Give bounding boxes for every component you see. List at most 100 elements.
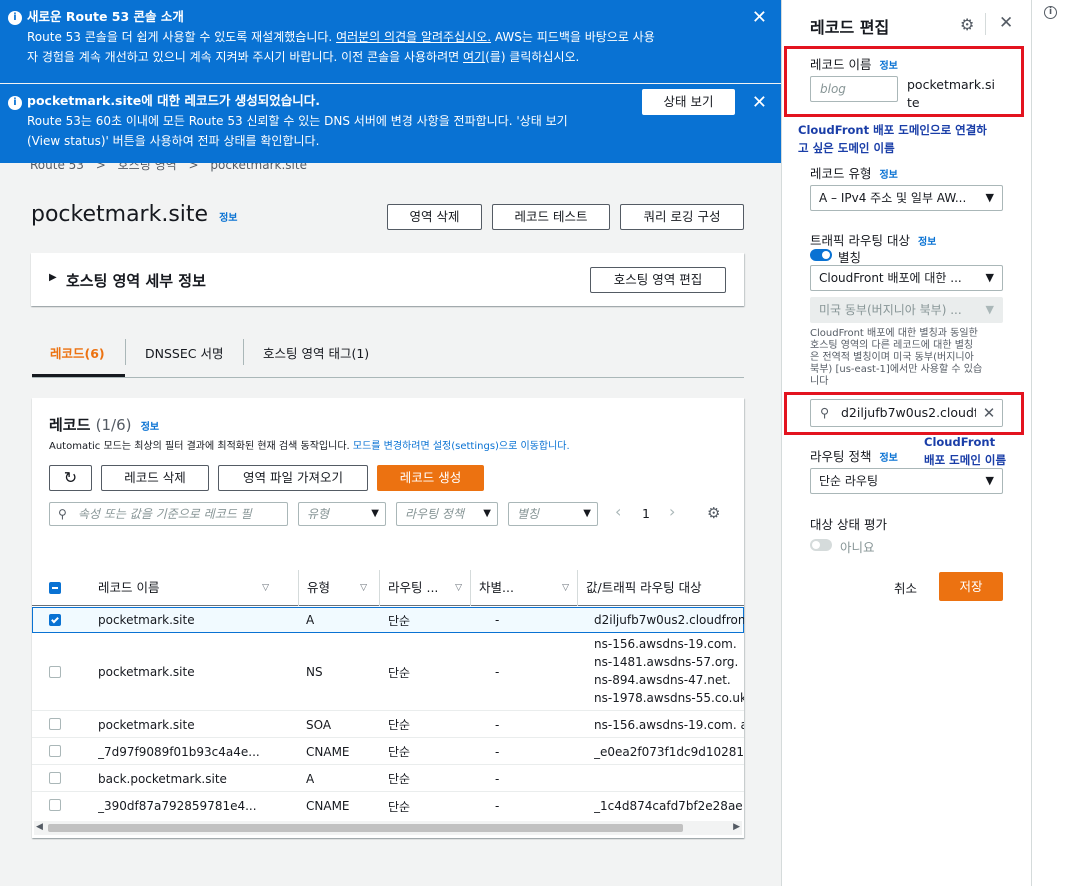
old-console-link[interactable]: 여기 [463, 50, 485, 64]
import-zone-file-button[interactable]: 영역 파일 가져오기 [218, 465, 368, 491]
row-checkbox[interactable] [49, 718, 61, 730]
flash-text: Route 53 콘솔을 더 쉽게 사용할 수 있도록 재설계했습니다. [27, 30, 337, 44]
save-button[interactable]: 저장 [939, 572, 1003, 601]
table-row[interactable]: _7d97f9089f01b93c4a4e... CNAME 단순 - _e0e… [32, 739, 744, 765]
health-label: 대상 상태 평가 [810, 517, 887, 532]
annotation-distribution: CloudFront 배포 도메인 이름 [924, 433, 1006, 469]
record-type-select[interactable]: A – IPv4 주소 및 일부 AW... ▼ [810, 185, 1003, 211]
row-checkbox[interactable] [49, 772, 61, 784]
help-text: 호스팅 영역의 다른 레코드에 대한 별칭 [810, 340, 974, 351]
routing-policy-select[interactable]: 단순 라우팅 ▼ [810, 468, 1003, 494]
description-text: Automatic 모드는 최상의 필터 결과에 최적화된 현재 검색 동작입니… [49, 441, 350, 452]
query-logging-button[interactable]: 쿼리 로깅 구성 [620, 204, 744, 230]
delete-zone-button[interactable]: 영역 삭제 [387, 204, 482, 230]
cell-type: A [306, 613, 315, 627]
search-icon: ⚲ [58, 507, 67, 521]
gear-icon[interactable]: ⚙ [707, 504, 720, 522]
row-checkbox[interactable] [49, 745, 61, 757]
page-title: pocketmark.site [31, 202, 209, 227]
view-status-button[interactable]: 상태 보기 [642, 89, 735, 115]
zone-details-card: ▶ 호스팅 영역 세부 정보 호스팅 영역 편집 [31, 253, 744, 306]
filter-label: 별칭 [517, 507, 540, 521]
settings-link[interactable]: 모드를 변경하려면 설정(settings)으로 이동합니다. [353, 441, 570, 452]
table-row[interactable]: back.pocketmark.site A 단순 - [32, 766, 744, 792]
tab-records[interactable]: 레코드(6) [50, 343, 105, 362]
cell-name: pocketmark.site [98, 665, 195, 679]
tab-dnssec[interactable]: DNSSEC 서명 [145, 343, 223, 362]
select-value: A – IPv4 주소 및 일부 AW... [819, 191, 967, 205]
type-filter-select[interactable]: 유형 ▼ [298, 502, 386, 526]
select-all-checkbox[interactable] [49, 582, 61, 594]
delete-record-button[interactable]: 레코드 삭제 [101, 465, 209, 491]
gear-icon[interactable]: ⚙ [960, 15, 974, 34]
sort-icon: ▽ [262, 583, 269, 593]
column-header-label: 값/트래픽 라우팅 대상 [586, 580, 702, 595]
health-value: 아니요 [840, 540, 875, 555]
alias-toggle[interactable] [810, 249, 832, 261]
refresh-button[interactable]: ↻ [49, 465, 92, 491]
column-header-policy[interactable]: 라우팅 ... ▽ [379, 570, 470, 606]
info-link[interactable]: 정보 [141, 422, 159, 433]
info-icon: i [8, 96, 22, 110]
next-page-icon[interactable]: › [669, 502, 675, 521]
tab-divider [125, 339, 126, 365]
search-input[interactable]: ⚲ 속성 또는 값을 기준으로 레코드 필 [49, 502, 288, 526]
row-checkbox[interactable] [49, 666, 61, 678]
info-link[interactable]: 정보 [219, 213, 237, 224]
info-icon: i [8, 11, 22, 25]
create-record-button[interactable]: 레코드 생성 [377, 465, 484, 491]
table-row[interactable]: pocketmark.site SOA 단순 - ns-156.awsdns-1… [32, 712, 744, 738]
column-header-label: 레코드 이름 [98, 580, 160, 595]
tab-tags[interactable]: 호스팅 영역 태그(1) [263, 343, 369, 362]
column-header-type[interactable]: 유형 ▽ [298, 570, 379, 606]
prev-page-icon[interactable]: ‹ [615, 502, 621, 521]
flash-text: 자 경험을 계속 개선하고 있으니 계속 지켜봐 주시기 바랍니다. 이전 콘솔… [27, 50, 463, 64]
alias-target-select[interactable]: CloudFront 배포에 대한 ... ▼ [810, 265, 1003, 291]
alias-filter-select[interactable]: 별칭 ▼ [508, 502, 598, 526]
scrollbar-thumb[interactable] [48, 824, 683, 832]
column-header-diff[interactable]: 차별... ▽ [470, 570, 577, 606]
records-title: 레코드 [49, 416, 91, 434]
feedback-link[interactable]: 여러분의 의견을 알려주십시오. [336, 30, 491, 44]
records-table: 레코드 이름 ▽ 유형 ▽ 라우팅 ... ▽ 차별... ▽ 값/트래픽 라우팅 대상… [32, 570, 744, 814]
flash-text: Route 53는 60초 이내에 모든 Route 53 신뢰할 수 있는 D… [27, 114, 568, 128]
info-link[interactable]: 정보 [879, 453, 897, 464]
scroll-right-icon[interactable]: ▶ [733, 822, 740, 832]
ns-value: ns-894.awsdns-47.net. [594, 673, 731, 687]
table-row[interactable]: pocketmark.site A 단순 - d2iljufb7w0us2.cl… [32, 607, 744, 633]
highlight-box [784, 46, 1024, 117]
page-number[interactable]: 1 [642, 506, 650, 521]
caret-down-icon: ▼ [583, 508, 591, 519]
info-link[interactable]: 정보 [879, 170, 897, 181]
annotation-domain-name: CloudFront 배포 도메인으로 연결하 고 싶은 도메인 이름 [798, 121, 987, 157]
close-icon[interactable]: ✕ [999, 13, 1013, 33]
cancel-button[interactable]: 취소 [894, 578, 917, 597]
row-checkbox[interactable] [49, 799, 61, 811]
policy-filter-select[interactable]: 라우팅 정책 ▼ [396, 502, 498, 526]
label-text: 트래픽 라우팅 대상 [810, 233, 910, 248]
flash-new-console: i 새로운 Route 53 콘솔 소개 Route 53 콘솔을 더 쉽게 사… [0, 0, 781, 83]
row-checkbox[interactable] [49, 614, 61, 626]
select-value: 단순 라우팅 [819, 474, 879, 488]
column-header-name[interactable]: 레코드 이름 ▽ [90, 570, 283, 606]
column-header-value[interactable]: 값/트래픽 라우팅 대상 [577, 570, 744, 606]
column-header-label: 차별... [479, 580, 514, 595]
edit-zone-button[interactable]: 호스팅 영역 편집 [590, 267, 726, 293]
highlight-box [784, 392, 1024, 435]
cell-type: A [306, 771, 315, 786]
expand-icon[interactable]: ▶ [49, 272, 57, 283]
horizontal-scrollbar[interactable]: ◀ ▶ [34, 821, 742, 835]
table-row[interactable]: pocketmark.site NS 단순 - ns-156.awsdns-19… [32, 634, 744, 711]
close-icon[interactable]: ✕ [752, 9, 767, 27]
scroll-left-icon[interactable]: ◀ [36, 822, 43, 832]
page-title-wrap: pocketmark.site 정보 [31, 202, 237, 227]
annotation-text: 배포 도메인 이름 [924, 453, 1007, 467]
panel-title: 레코드 편집 [810, 18, 890, 37]
info-icon[interactable]: i [1044, 6, 1057, 19]
test-record-button[interactable]: 레코드 테스트 [492, 204, 610, 230]
info-link[interactable]: 정보 [918, 237, 936, 248]
close-icon[interactable]: ✕ [752, 94, 767, 112]
zone-details-title[interactable]: 호스팅 영역 세부 정보 [66, 270, 206, 291]
table-row[interactable]: _390df87a792859781e4... CNAME 단순 - _1c4d… [32, 793, 744, 819]
caret-down-icon: ▼ [483, 508, 491, 519]
